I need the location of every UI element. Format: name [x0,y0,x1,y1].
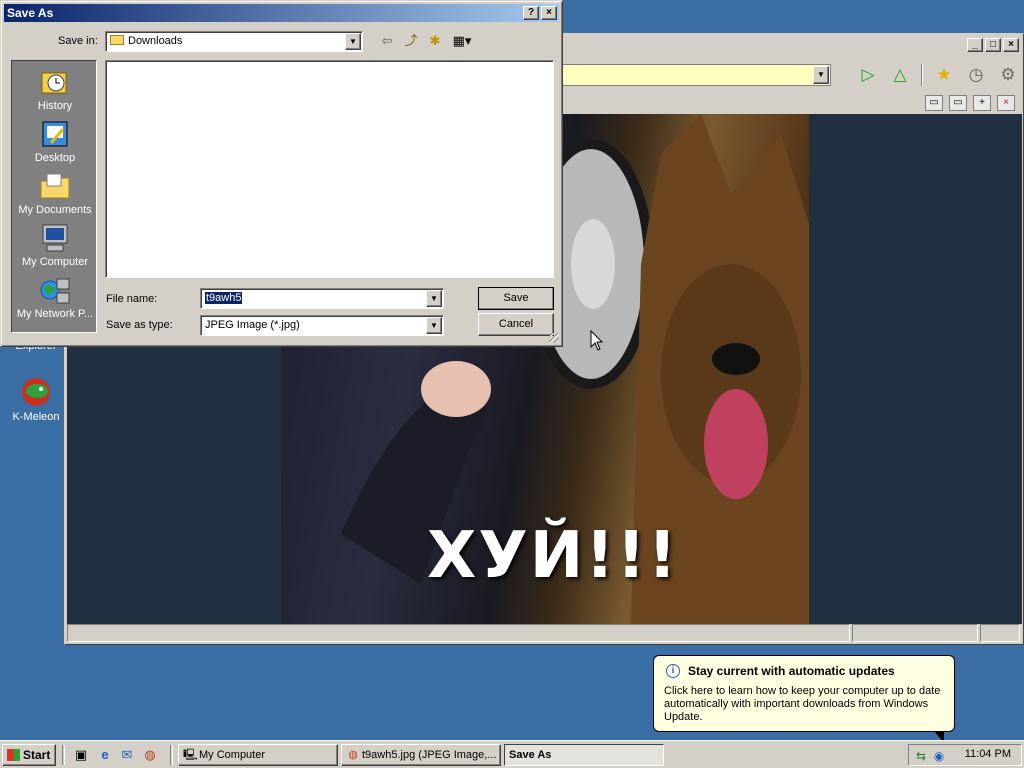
outlook-express-icon[interactable]: ✉ [118,746,136,764]
close-panel-icon[interactable]: × [997,95,1015,111]
task-image-browser[interactable]: ◍ t9awh5.jpg (JPEG Image,... [341,744,501,766]
view-menu-icon[interactable]: ▦▾ [449,31,475,51]
start-button[interactable]: Start [2,744,56,766]
save-in-value: Downloads [128,35,183,47]
status-security-cell [980,624,1020,642]
show-desktop-icon[interactable]: ▣ [72,746,90,764]
task-my-computer[interactable]: 🖳 My Computer [178,744,338,766]
start-label: Start [23,748,51,762]
network-icon[interactable]: ⇆ [913,748,929,764]
file-name-dropdown-button[interactable]: ▼ [426,290,442,307]
info-icon: i [666,664,680,678]
status-text-cell [67,624,850,642]
balloon-body: Click here to learn how to keep your com… [664,685,941,723]
new-panel-icon[interactable]: + [973,95,991,111]
clock[interactable]: 11:04 PM [965,748,1011,760]
history-icon [39,67,71,97]
place-my-network-places[interactable]: My Network P... [12,275,98,320]
save-button[interactable]: Save [478,287,554,310]
internet-explorer-icon[interactable]: e [96,746,114,764]
my-documents-icon [39,171,71,201]
place-my-network-places-label: My Network P... [16,308,94,320]
file-name-label: File name: [106,293,158,305]
status-bar [67,624,1022,642]
save-as-type-combo[interactable]: JPEG Image (*.jpg) ▼ [200,315,444,336]
go-icon[interactable]: ▷ [857,64,879,86]
save-in-label: Save in: [58,35,98,47]
browser-minimize-button[interactable]: _ [967,38,983,52]
dialog-title: Save As [4,4,559,22]
browser-close-button[interactable]: × [1003,38,1019,52]
taskbar-separator [62,745,65,765]
file-name-value: t9awh5 [205,292,243,304]
k-meleon-icon[interactable]: ◍ [141,746,159,764]
new-folder-icon[interactable]: ✱ [425,31,445,51]
history-clock-icon[interactable]: ◷ [965,64,987,86]
system-tray: ⇆ ◉ 11:04 PM [908,744,1022,766]
dialog-close-button[interactable]: × [541,6,557,20]
places-bar: History Desktop My Documents My Computer… [11,60,97,333]
restore-panel-icon[interactable]: ▭ [949,95,967,111]
save-as-type-label: Save as type: [106,319,173,331]
place-my-computer[interactable]: My Computer [12,223,98,268]
favorites-star-icon[interactable]: ★ [933,64,955,86]
place-my-computer-label: My Computer [21,256,89,268]
help-button[interactable]: ? [523,6,539,20]
dialog-title-buttons: ? × [523,6,557,20]
up-folder-icon[interactable]: ⤴ [401,31,421,51]
settings-gear-icon[interactable]: ⚙ [997,64,1019,86]
task-label: t9awh5.jpg (JPEG Image,... [362,749,497,761]
up-icon[interactable]: △ [889,64,911,86]
windows-update-icon[interactable]: ◉ [931,748,947,764]
save-as-type-dropdown-button[interactable]: ▼ [426,317,442,334]
update-notification-balloon[interactable]: i Stay current with automatic updates Cl… [653,655,955,732]
place-desktop[interactable]: Desktop [12,119,98,164]
place-my-documents-label: My Documents [18,204,92,216]
k-meleon-icon [20,376,52,408]
cancel-button[interactable]: Cancel [478,313,554,336]
save-as-type-value: JPEG Image (*.jpg) [205,319,300,331]
desktop-icon [39,119,71,149]
place-my-documents[interactable]: My Documents [12,171,98,216]
k-meleon-icon: ◍ [348,749,358,761]
address-dropdown-button[interactable]: ▼ [813,66,829,84]
browser-title-buttons: _ □ × [967,38,1019,52]
address-bar[interactable]: ▼ [559,64,831,86]
image-caption-text: ХУЙ!!! [427,519,679,593]
back-arrow-icon[interactable]: ⇦ [377,31,397,51]
taskbar-separator [170,745,173,765]
resize-grip-icon[interactable] [549,333,559,343]
minimize-panel-icon[interactable]: ▭ [925,95,943,111]
taskbar: Start ▣ e ✉ ◍ 🖳 My Computer ◍ t9awh5.jpg… [0,740,1024,768]
panel-toolbar: ▭ ▭ + × [925,95,1015,111]
toolbar-separator [921,64,923,86]
place-history[interactable]: History [12,67,98,112]
status-progress-cell [852,624,978,642]
task-save-as[interactable]: Save As [504,744,664,766]
my-computer-icon: 🖳 [183,749,198,761]
folder-icon [110,35,124,45]
file-list[interactable] [105,60,554,278]
browser-maximize-button[interactable]: □ [985,38,1001,52]
task-label: Save As [509,749,552,761]
task-label: My Computer [199,749,266,761]
save-in-dropdown-button[interactable]: ▼ [345,33,361,50]
browser-nav-toolbar: ▷ △ ★ ◷ ⚙ [857,64,1019,86]
balloon-title: Stay current with automatic updates [688,664,895,678]
my-network-places-icon [39,275,71,305]
place-desktop-label: Desktop [34,152,76,164]
file-name-field[interactable]: t9awh5 ▼ [200,288,444,309]
my-computer-icon [39,223,71,253]
place-history-label: History [37,100,73,112]
windows-logo-icon [7,749,20,761]
save-in-combo[interactable]: Downloads ▼ [105,31,363,52]
mouse-cursor-icon [590,330,604,351]
dialog-toolbar: ⇦ ⤴ ✱ ▦▾ [377,31,475,51]
save-as-dialog: Save As ? × Save in: Downloads ▼ ⇦ ⤴ ✱ ▦… [0,0,563,347]
